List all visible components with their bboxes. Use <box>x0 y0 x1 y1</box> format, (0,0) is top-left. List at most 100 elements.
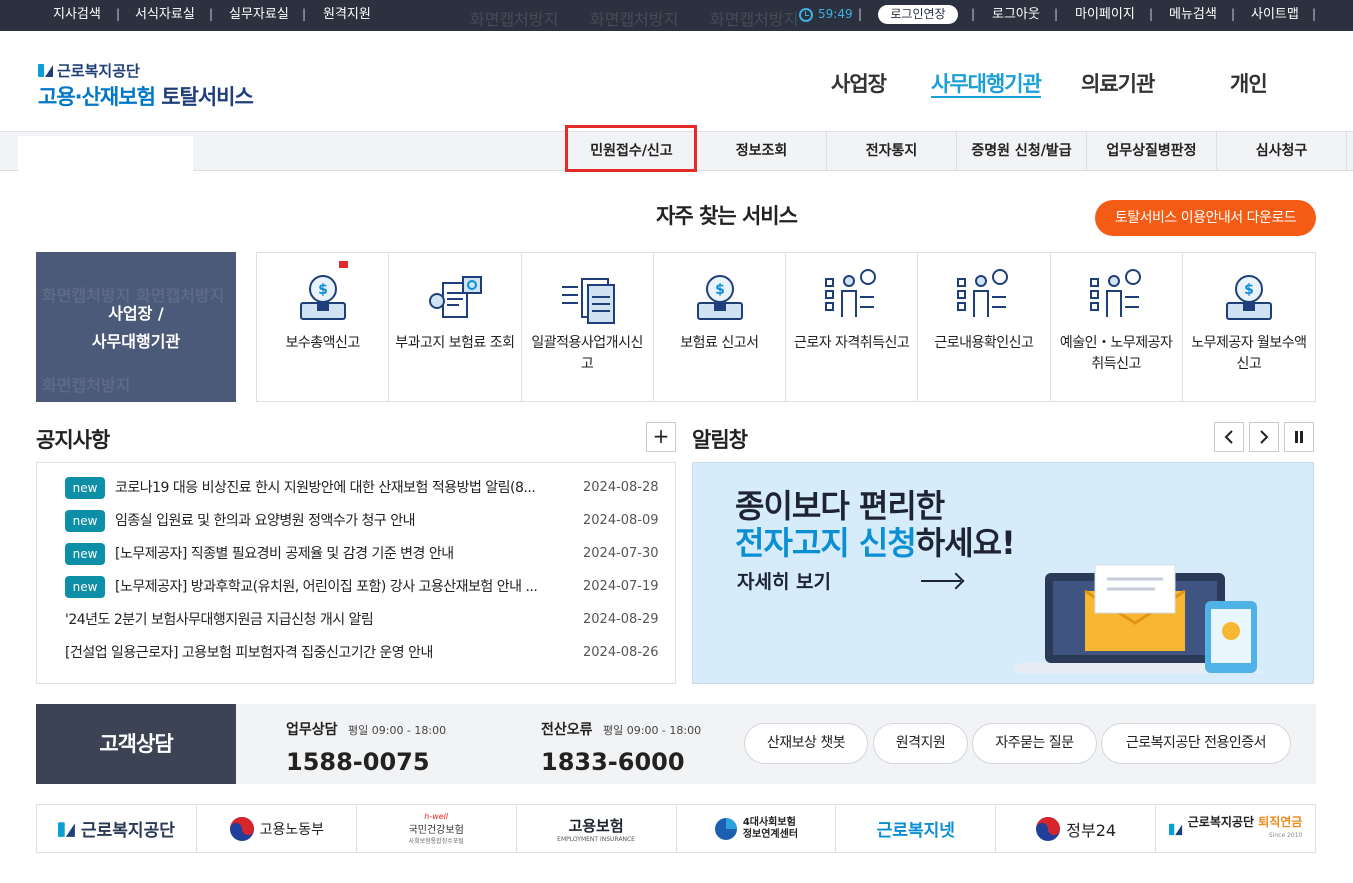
comwel-logo-icon <box>58 821 75 837</box>
separator: | <box>971 7 976 21</box>
separator: | <box>858 7 863 21</box>
logo-org-name[interactable]: 근로복지공단 <box>57 60 140 81</box>
money-bulb-icon: $ <box>300 275 346 320</box>
logo-4insure-line2: 정보연계센터 <box>742 828 799 840</box>
work-consult-number[interactable]: 1588-0075 <box>286 748 430 776</box>
money-bulb-icon: $ <box>1225 275 1272 320</box>
logo-gov24[interactable]: 정부24 <box>996 805 1157 852</box>
notice-item-title[interactable]: [노무제공자] 방과후학교(유치원, 어린이집 포함) 강사 고용산재보험 안내… <box>115 574 555 600</box>
document-arrows-icon <box>561 278 615 324</box>
service-bulk-start[interactable]: 일괄적용사업개시신고 <box>522 253 654 401</box>
list-item[interactable]: new [노무제공자] 직종별 필요경비 공제율 및 감경 기준 변경 안내 2… <box>37 541 675 574</box>
logo-service-a: 고용·산재보험 <box>38 85 156 109</box>
notice-item-title[interactable]: '24년도 2분기 보험사무대행지원금 지급신청 개시 알림 <box>65 607 555 633</box>
login-extend-button[interactable]: 로그인연장 <box>878 5 958 24</box>
separator: | <box>1054 7 1059 21</box>
banner-line2-rest: 하세요! <box>915 524 1016 562</box>
prev-slide-button[interactable] <box>1214 422 1244 452</box>
sitemap-link[interactable]: 사이트맵 <box>1251 0 1299 31</box>
tab-occupational-disease[interactable]: 업무상질병판정 <box>1087 132 1217 170</box>
practice-library-link[interactable]: 실무자료실 <box>229 0 289 31</box>
alerts-title: 알림창 <box>692 428 748 452</box>
service-grid: $ 보수총액신고 부과고지 보험료 조회 일괄적용사업개시신고 $ 보험료 신고… <box>256 252 1316 402</box>
logo-pension-hl: 퇴직연금 <box>1258 814 1303 829</box>
taegeuk-icon <box>1036 816 1061 841</box>
tab-e-notice[interactable]: 전자통지 <box>827 132 957 170</box>
notice-item-date: 2024-08-26 <box>583 645 659 660</box>
nav-workplace[interactable]: 사업장 <box>831 68 887 98</box>
guide-download-button[interactable]: 토탈서비스 이용안내서 다운로드 <box>1095 200 1316 236</box>
logo-nhis-sub: 사회보험통합징수포털 <box>408 838 464 845</box>
tab-certificate[interactable]: 증명원 신청/발급 <box>957 132 1087 170</box>
person-checklist-icon <box>825 269 876 317</box>
certificate-button[interactable]: 근로복지공단 전용인증서 <box>1101 723 1291 764</box>
nav-individual[interactable]: 개인 <box>1230 68 1268 98</box>
logo-pension[interactable]: 근로복지공단 퇴직연금 Since 2010 <box>1156 805 1315 852</box>
logout-link[interactable]: 로그아웃 <box>992 0 1040 31</box>
faq-button[interactable]: 자주묻는 질문 <box>972 723 1097 764</box>
tab-review-request[interactable]: 심사청구 <box>1217 132 1347 170</box>
remote-support-link[interactable]: 원격지원 <box>323 0 371 31</box>
list-item[interactable]: new 코로나19 대응 비상진료 한시 지원방안에 대한 산재보험 적용방법 … <box>37 475 675 508</box>
arrow-right-icon <box>921 580 961 582</box>
logo-comwel-text: 근로복지공단 <box>81 821 175 841</box>
notice-item-title[interactable]: [노무제공자] 직종별 필요경비 공제율 및 감경 기준 변경 안내 <box>115 541 555 567</box>
service-premium-report[interactable]: $ 보험료 신고서 <box>654 253 786 401</box>
notice-more-button[interactable]: + <box>646 422 676 452</box>
partner-logos: 근로복지공단 고용노동부 h-well 국민건강보험 사회보험통합징수포털 고용… <box>36 804 1316 853</box>
service-label: 근로내용확인신고 <box>934 335 1034 351</box>
service-payroll-report[interactable]: $ 보수총액신고 <box>257 253 390 401</box>
forms-library-link[interactable]: 서식자료실 <box>135 0 195 31</box>
banner-more-link[interactable]: 자세히 보기 <box>737 567 831 594</box>
mypage-link[interactable]: 마이페이지 <box>1075 0 1135 31</box>
comwel-logo-icon <box>1168 823 1182 835</box>
pause-slide-button[interactable] <box>1284 422 1314 452</box>
logo-service-name[interactable]: 고용·산재보험 토탈서비스 <box>38 81 254 111</box>
new-badge: new <box>65 477 105 499</box>
banner-line2: 전자고지 신청하세요! <box>735 518 1016 564</box>
e-notice-banner[interactable]: 종이보다 편리한 전자고지 신청하세요! 자세히 보기 <box>692 462 1314 684</box>
category-panel: 화면캡처방지 화면캡처방지 화면캡처방지 사업장 / 사무대행기관 <box>36 252 236 402</box>
logo-welfarenet-text: 근로복지넷 <box>876 821 955 841</box>
menu-search-link[interactable]: 메뉴검색 <box>1169 0 1217 31</box>
person-checklist-icon <box>957 269 1009 317</box>
svg-text:$: $ <box>715 282 725 298</box>
chatbot-button[interactable]: 산재보상 챗봇 <box>744 723 868 764</box>
notice-item-date: 2024-07-30 <box>583 546 659 561</box>
service-work-confirmation[interactable]: 근로내용확인신고 <box>918 253 1051 401</box>
list-item[interactable]: [건설업 일용근로자] 고용보험 피보험자격 집중신고기간 운영 안내 2024… <box>37 640 675 673</box>
notice-title: 공지사항 <box>36 428 110 452</box>
next-slide-button[interactable] <box>1249 422 1279 452</box>
service-monthly-pay-report[interactable]: $ 노무제공자 월보수액 신고 <box>1183 253 1315 401</box>
notice-item-title[interactable]: 임종실 입원료 및 한의과 요양병원 정액수가 청구 안내 <box>115 508 555 534</box>
tab-info-inquiry[interactable]: 정보조회 <box>697 132 827 170</box>
service-premium-inquiry[interactable]: 부과고지 보험료 조회 <box>389 253 522 401</box>
logo-employment-insurance[interactable]: 고용보험 EMPLOYMENT INSURANCE <box>517 805 677 852</box>
logo-nhis[interactable]: h-well 국민건강보험 사회보험통합징수포털 <box>357 805 517 852</box>
list-item[interactable]: new [노무제공자] 방과후학교(유치원, 어린이집 포함) 강사 고용산재보… <box>37 574 675 607</box>
nav-agency[interactable]: 사무대행기관 <box>931 68 1042 98</box>
logo-comwel[interactable]: 근로복지공단 <box>37 805 197 852</box>
notice-list: new 코로나19 대응 비상진료 한시 지원방안에 대한 산재보험 적용방법 … <box>36 462 676 684</box>
logo-moel[interactable]: 고용노동부 <box>197 805 357 852</box>
remote-support-button[interactable]: 원격지원 <box>873 723 968 764</box>
banner-highlight: 전자고지 신청 <box>735 524 917 562</box>
category-line2: 사무대행기관 <box>91 332 181 351</box>
logo-gov24-text: 정부24 <box>1066 820 1117 840</box>
list-item[interactable]: new 임종실 입원료 및 한의과 요양병원 정액수가 청구 안내 2024-0… <box>37 508 675 541</box>
it-error-number[interactable]: 1833-6000 <box>541 748 685 776</box>
logo-welfarenet[interactable]: 근로복지넷 <box>836 805 997 852</box>
list-item[interactable]: '24년도 2분기 보험사무대행지원금 지급신청 개시 알림 2024-08-2… <box>37 607 675 640</box>
it-error-label: 전산오류 <box>541 722 593 738</box>
nav-medical[interactable]: 의료기관 <box>1081 68 1155 98</box>
notice-item-title[interactable]: [건설업 일용근로자] 고용보험 피보험자격 집중신고기간 운영 안내 <box>65 640 555 666</box>
logo-4insure-text: 4대사회보험 정보연계센터 <box>743 817 798 841</box>
service-label: 일괄적용사업개시신고 <box>531 335 643 372</box>
service-label: 부과고지 보험료 조회 <box>395 335 515 351</box>
service-worker-acquisition[interactable]: 근로자 자격취득신고 <box>786 253 919 401</box>
branch-search-link[interactable]: 지사검색 <box>53 0 101 31</box>
logo-4insure[interactable]: 4대사회보험 정보연계센터 <box>677 805 837 852</box>
notice-item-date: 2024-08-28 <box>583 480 659 495</box>
notice-item-title[interactable]: 코로나19 대응 비상진료 한시 지원방안에 대한 산재보험 적용방법 알림(8… <box>115 475 555 501</box>
service-artist-acquisition[interactable]: 예술인・노무제공자 취득신고 <box>1051 253 1183 401</box>
